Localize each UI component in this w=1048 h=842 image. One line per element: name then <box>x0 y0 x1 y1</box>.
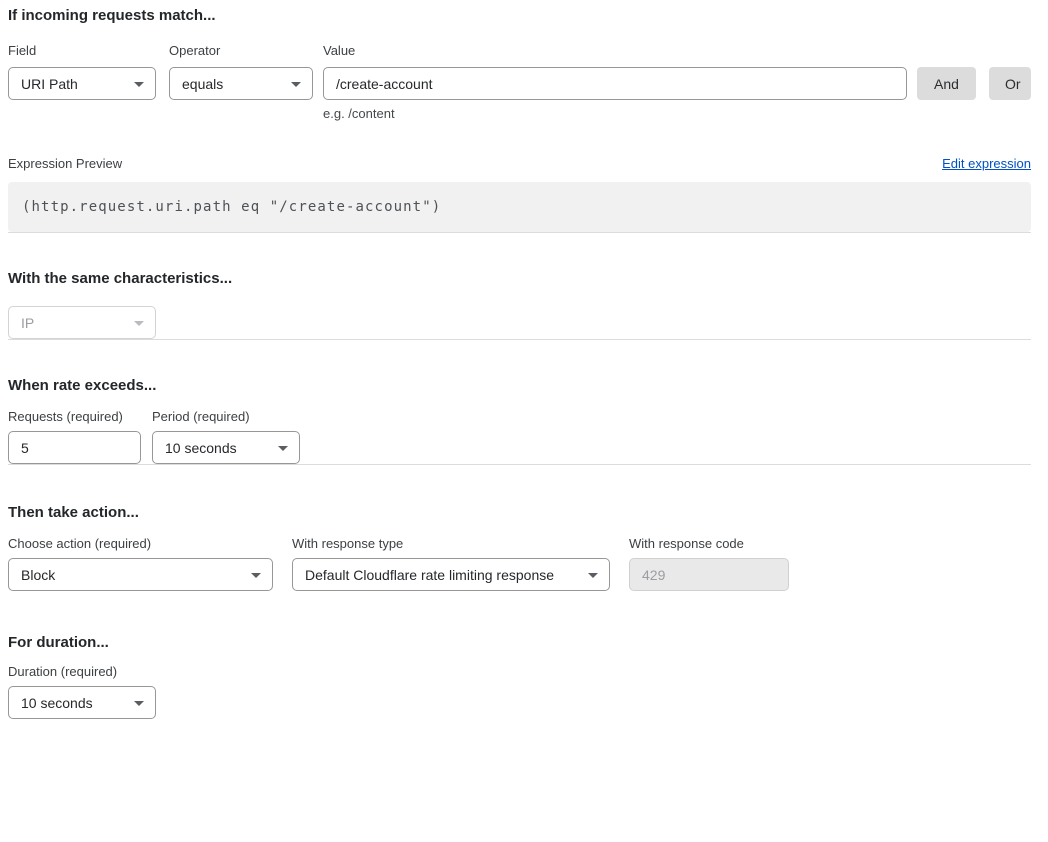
section-duration: For duration... Duration (required) 10 s… <box>8 634 1031 719</box>
section-action: Then take action... Choose action (requi… <box>8 504 1031 591</box>
response-code-label: With response code <box>629 536 789 551</box>
match-expression-row: Field URI Path Operator equals Value e.g… <box>8 43 1031 121</box>
value-hint: e.g. /content <box>323 106 907 121</box>
requests-input[interactable] <box>8 431 141 464</box>
choose-action-select-value: Block <box>21 567 55 583</box>
rate-row: Requests (required) Period (required) 10… <box>8 409 1031 464</box>
response-type-select[interactable]: Default Cloudflare rate limiting respons… <box>292 558 610 591</box>
requests-group: Requests (required) <box>8 409 141 464</box>
response-code-group: With response code <box>629 536 789 591</box>
section-heading-rate: When rate exceeds... <box>8 377 1031 395</box>
period-select[interactable]: 10 seconds <box>152 431 300 464</box>
section-divider <box>8 232 1031 233</box>
response-type-group: With response type Default Cloudflare ra… <box>292 536 610 591</box>
chevron-down-icon <box>278 446 288 451</box>
and-button[interactable]: And <box>917 67 976 100</box>
chevron-down-icon <box>134 321 144 326</box>
section-divider <box>8 339 1031 340</box>
section-heading-incoming-requests: If incoming requests match... <box>8 7 1031 25</box>
edit-expression-link[interactable]: Edit expression <box>942 156 1031 171</box>
response-type-select-value: Default Cloudflare rate limiting respons… <box>305 567 554 583</box>
section-characteristics: With the same characteristics... IP <box>8 270 1031 339</box>
choose-action-label: Choose action (required) <box>8 536 273 551</box>
section-heading-characteristics: With the same characteristics... <box>8 270 1031 288</box>
field-group: Field URI Path <box>8 43 156 100</box>
operator-group: Operator equals <box>169 43 313 100</box>
expression-preview-label: Expression Preview <box>8 156 122 171</box>
section-incoming-requests: If incoming requests match... Field URI … <box>8 7 1031 232</box>
period-group: Period (required) 10 seconds <box>152 409 300 464</box>
chevron-down-icon <box>291 82 301 87</box>
action-row: Choose action (required) Block With resp… <box>8 536 1031 591</box>
response-code-input <box>629 558 789 591</box>
section-heading-duration: For duration... <box>8 634 1031 652</box>
value-input[interactable] <box>323 67 907 100</box>
duration-label: Duration (required) <box>8 664 1031 679</box>
section-rate: When rate exceeds... Requests (required)… <box>8 377 1031 464</box>
chevron-down-icon <box>251 573 261 578</box>
period-label: Period (required) <box>152 409 300 424</box>
field-select[interactable]: URI Path <box>8 67 156 100</box>
section-heading-action: Then take action... <box>8 504 1031 522</box>
characteristics-select-value: IP <box>21 315 34 331</box>
chevron-down-icon <box>134 82 144 87</box>
choose-action-group: Choose action (required) Block <box>8 536 273 591</box>
requests-label: Requests (required) <box>8 409 141 424</box>
chevron-down-icon <box>134 701 144 706</box>
expression-preview-code: (http.request.uri.path eq "/create-accou… <box>8 182 1031 232</box>
section-divider <box>8 464 1031 465</box>
duration-select[interactable]: 10 seconds <box>8 686 156 719</box>
choose-action-select[interactable]: Block <box>8 558 273 591</box>
rate-limiting-rule-form: If incoming requests match... Field URI … <box>0 0 1048 728</box>
response-type-label: With response type <box>292 536 610 551</box>
operator-select-value: equals <box>182 76 223 92</box>
duration-select-value: 10 seconds <box>21 695 93 711</box>
value-label: Value <box>323 43 907 58</box>
operator-select[interactable]: equals <box>169 67 313 100</box>
field-select-value: URI Path <box>21 76 78 92</box>
or-button[interactable]: Or <box>989 67 1031 100</box>
characteristics-select: IP <box>8 306 156 339</box>
operator-label: Operator <box>169 43 313 58</box>
chevron-down-icon <box>588 573 598 578</box>
period-select-value: 10 seconds <box>165 440 237 456</box>
expression-preview-header: Expression Preview Edit expression <box>8 156 1031 171</box>
field-label: Field <box>8 43 156 58</box>
value-group: Value e.g. /content <box>323 43 907 121</box>
